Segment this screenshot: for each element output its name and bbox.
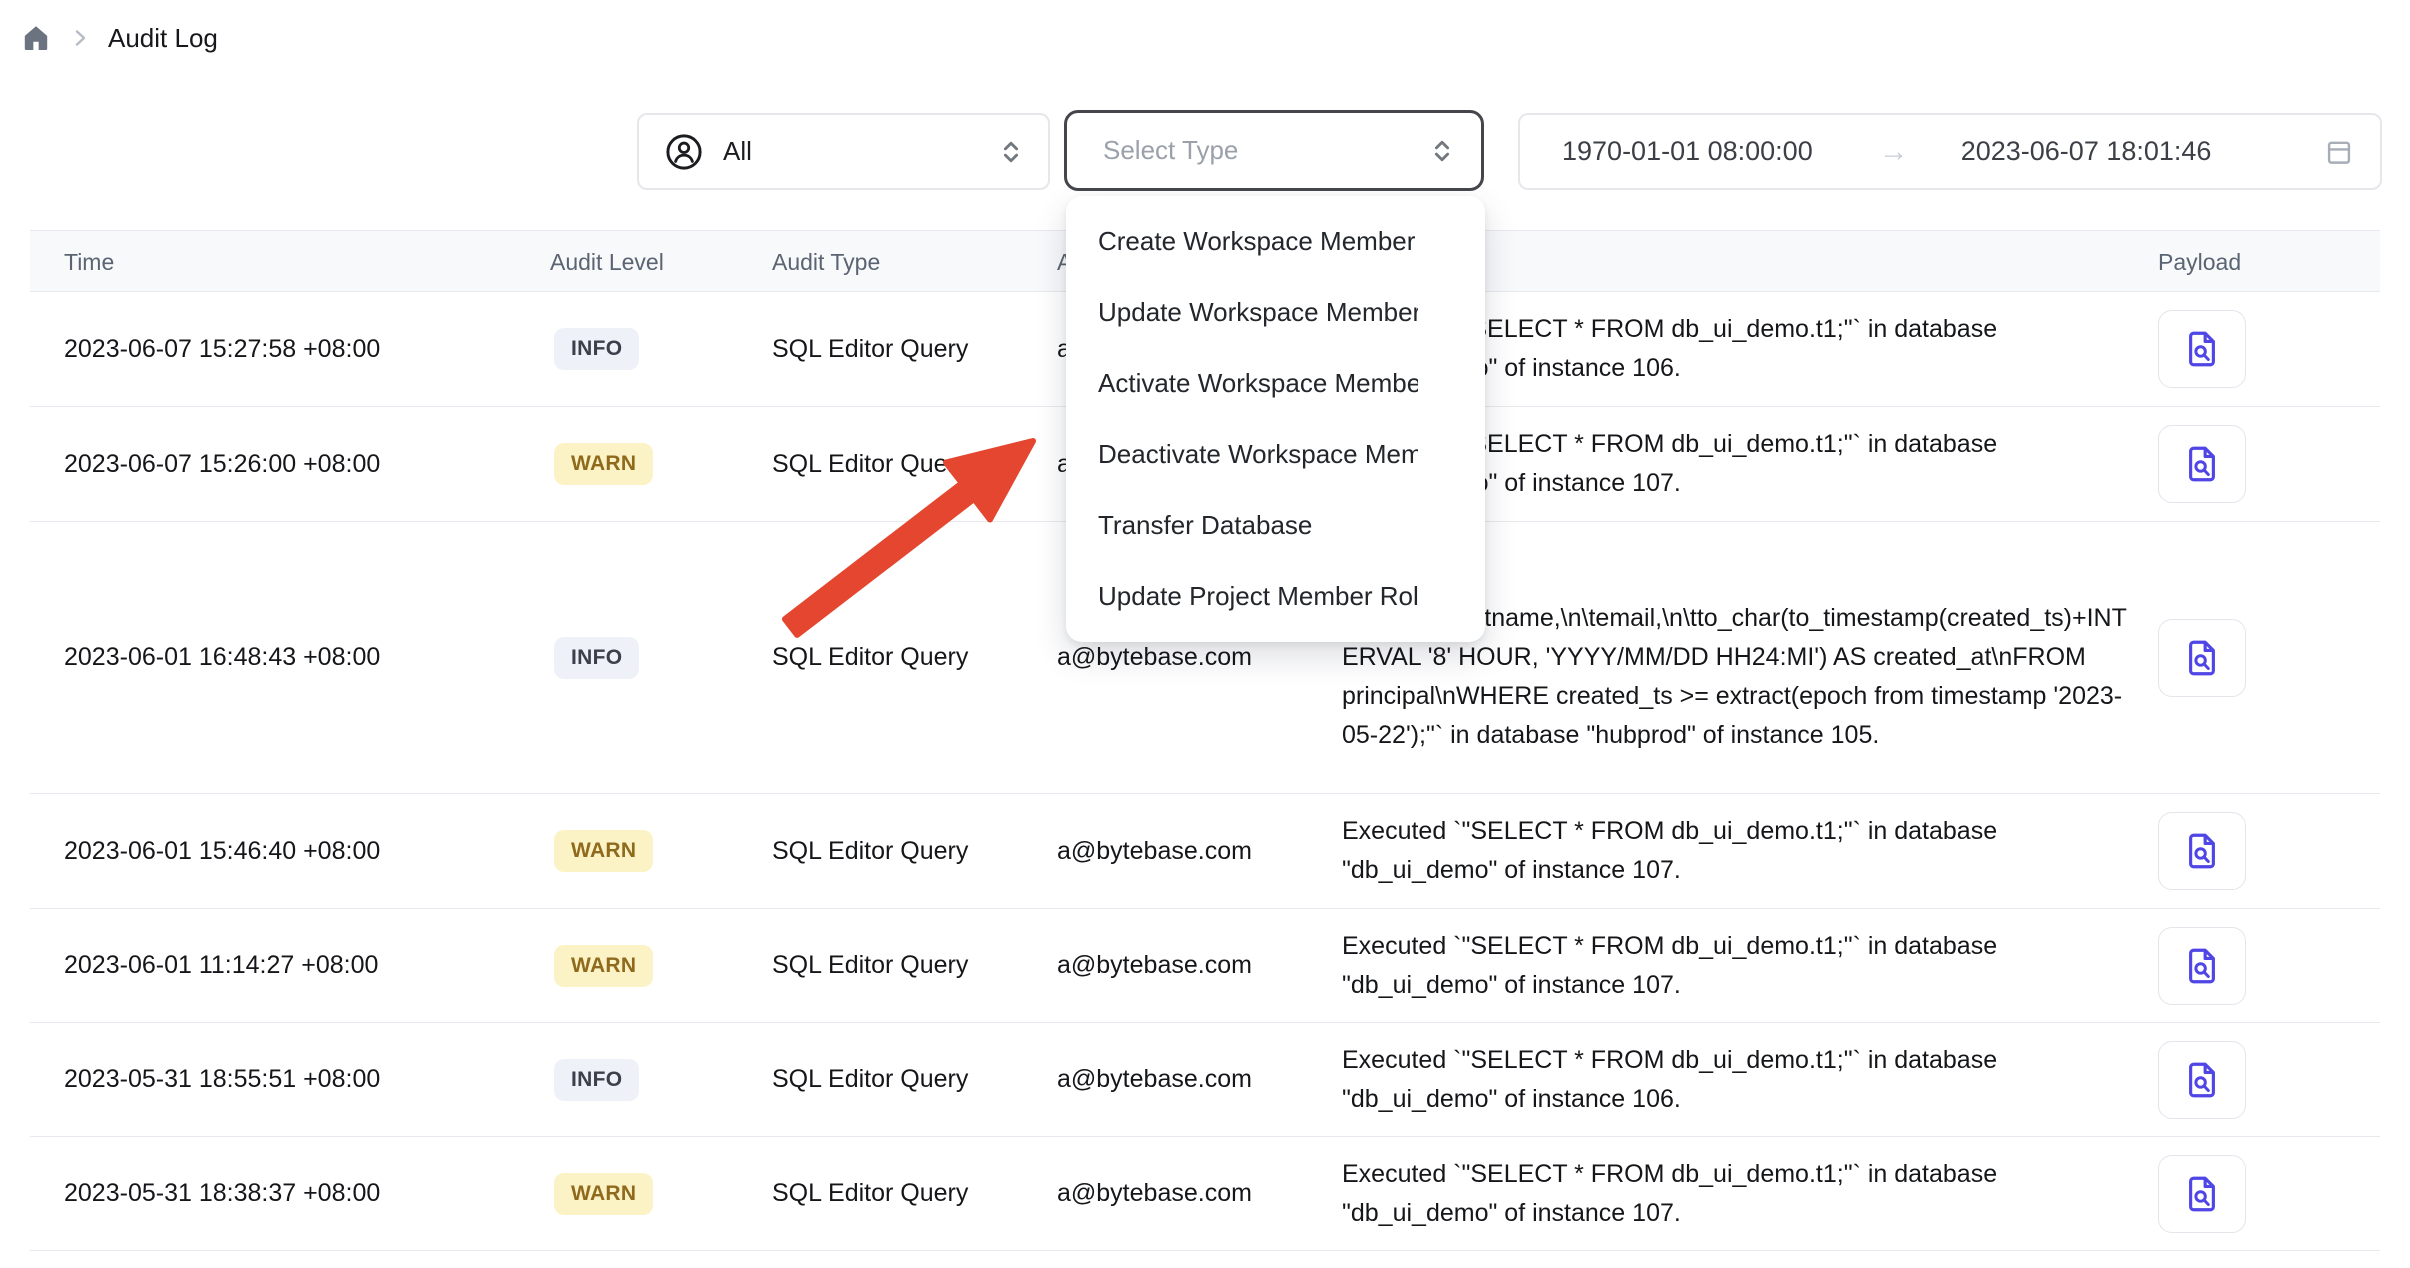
time-cell: 2023-06-07 15:27:58 +08:00	[64, 292, 380, 406]
payload-button[interactable]	[2158, 425, 2246, 503]
home-icon[interactable]	[20, 22, 52, 54]
comment-cell: Executed `"SELECT * FROM db_ui_demo.t1;"…	[1342, 1023, 2128, 1136]
col-header-type: Audit Type	[772, 231, 880, 293]
audit-level-badge: WARN	[554, 945, 653, 987]
actor-filter-value: All	[723, 136, 996, 167]
file-search-icon	[2181, 945, 2223, 987]
audit-level-badge: INFO	[554, 637, 639, 679]
payload-button[interactable]	[2158, 310, 2246, 388]
audit-level-badge: WARN	[554, 830, 653, 872]
actor-cell: a@bytebase.com	[1057, 909, 1252, 1022]
col-header-level: Audit Level	[550, 231, 664, 293]
actor-filter-select[interactable]: All	[637, 113, 1050, 190]
menu-item-deactivate-workspace-member[interactable]: Deactivate Workspace Member	[1066, 419, 1485, 490]
col-header-payload: Payload	[2158, 231, 2241, 293]
audit-type-cell: SQL Editor Query	[772, 1137, 968, 1250]
file-search-icon	[2181, 1173, 2223, 1215]
table-row: 2023-05-31 18:38:37 +08:00 WARN SQL Edit…	[30, 1137, 2380, 1251]
time-cell: 2023-06-07 15:26:00 +08:00	[64, 407, 380, 521]
file-search-icon	[2181, 1059, 2223, 1101]
menu-item-create-workspace-member[interactable]: Create Workspace Member	[1066, 206, 1485, 277]
payload-button[interactable]	[2158, 812, 2246, 890]
chevron-right-icon	[68, 26, 92, 50]
type-dropdown-menu: Create Workspace Member Update Workspace…	[1066, 196, 1485, 642]
menu-item-activate-workspace-member[interactable]: Activate Workspace Member	[1066, 348, 1485, 419]
date-range-start[interactable]: 1970-01-01 08:00:00	[1562, 136, 1813, 167]
audit-level-badge: INFO	[554, 1059, 639, 1101]
audit-log-page: Audit Log All Select Type 1970-01-01 08:…	[0, 0, 2410, 1268]
time-cell: 2023-05-31 18:38:37 +08:00	[64, 1137, 380, 1250]
file-search-icon	[2181, 637, 2223, 679]
actor-cell: a@bytebase.com	[1057, 1137, 1252, 1250]
actor-cell: a@bytebase.com	[1057, 794, 1252, 908]
menu-item-update-workspace-member[interactable]: Update Workspace Member	[1066, 277, 1485, 348]
type-filter-placeholder: Select Type	[1103, 135, 1427, 166]
audit-type-cell: SQL Editor Query	[772, 407, 968, 521]
table-row: 2023-06-01 15:46:40 +08:00 WARN SQL Edit…	[30, 794, 2380, 909]
range-arrow-icon: →	[1879, 135, 1909, 169]
audit-type-cell: SQL Editor Query	[772, 794, 968, 908]
file-search-icon	[2181, 830, 2223, 872]
person-circle-icon	[663, 131, 705, 173]
payload-button[interactable]	[2158, 927, 2246, 1005]
menu-item-transfer-database[interactable]: Transfer Database	[1066, 490, 1485, 561]
audit-level-badge: INFO	[554, 328, 639, 370]
date-range-end[interactable]: 2023-06-07 18:01:46	[1961, 136, 2212, 167]
calendar-icon[interactable]	[2322, 135, 2356, 169]
file-search-icon	[2181, 328, 2223, 370]
comment-cell: Executed `"SELECT * FROM db_ui_demo.t1;"…	[1342, 1137, 2128, 1250]
table-row: 2023-05-31 18:55:51 +08:00 INFO SQL Edit…	[30, 1023, 2380, 1137]
date-range-picker[interactable]: 1970-01-01 08:00:00 → 2023-06-07 18:01:4…	[1518, 113, 2382, 190]
file-search-icon	[2181, 443, 2223, 485]
updown-chevrons-icon	[996, 137, 1026, 167]
time-cell: 2023-06-01 16:48:43 +08:00	[64, 522, 380, 793]
col-header-time: Time	[64, 231, 114, 293]
audit-type-cell: SQL Editor Query	[772, 1023, 968, 1136]
audit-type-cell: SQL Editor Query	[772, 909, 968, 1022]
time-cell: 2023-06-01 15:46:40 +08:00	[64, 794, 380, 908]
comment-cell: Executed `"SELECT * FROM db_ui_demo.t1;"…	[1342, 794, 2128, 908]
time-cell: 2023-06-01 11:14:27 +08:00	[64, 909, 378, 1022]
breadcrumb: Audit Log	[20, 22, 218, 54]
table-row: 2023-06-01 11:14:27 +08:00 WARN SQL Edit…	[30, 909, 2380, 1023]
audit-level-badge: WARN	[554, 443, 653, 485]
audit-type-cell: SQL Editor Query	[772, 522, 968, 793]
comment-cell: Executed `"SELECT * FROM db_ui_demo.t1;"…	[1342, 909, 2128, 1022]
time-cell: 2023-05-31 18:55:51 +08:00	[64, 1023, 380, 1136]
payload-button[interactable]	[2158, 619, 2246, 697]
page-title: Audit Log	[108, 23, 218, 54]
payload-button[interactable]	[2158, 1155, 2246, 1233]
menu-item-update-project-member-role[interactable]: Update Project Member Role	[1066, 561, 1485, 632]
payload-button[interactable]	[2158, 1041, 2246, 1119]
actor-cell: a@bytebase.com	[1057, 1023, 1252, 1136]
table-row-partial	[30, 1251, 2380, 1268]
audit-level-badge: WARN	[554, 1173, 653, 1215]
audit-type-cell: SQL Editor Query	[772, 292, 968, 406]
type-filter-select[interactable]: Select Type	[1064, 110, 1484, 191]
updown-chevrons-icon	[1427, 136, 1457, 166]
